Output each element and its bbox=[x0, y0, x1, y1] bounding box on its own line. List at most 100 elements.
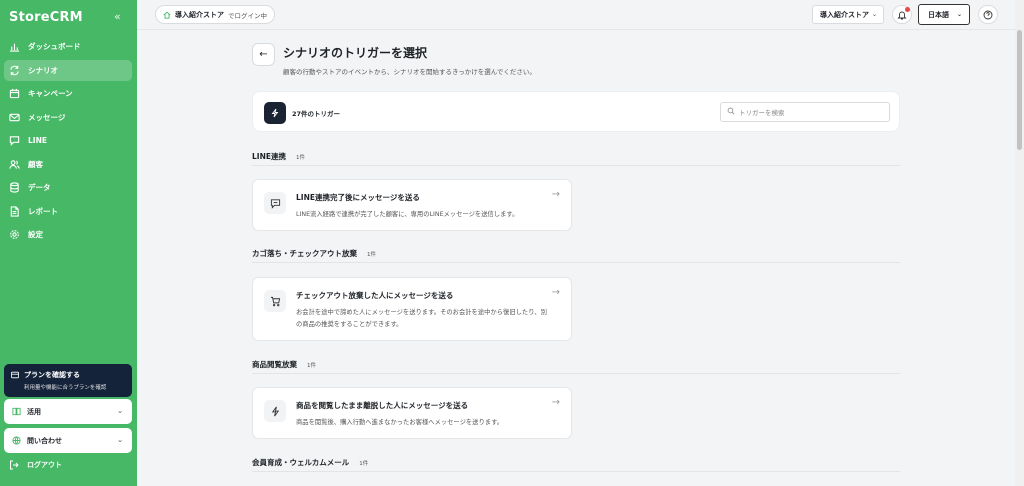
trigger-description: LINE流入経路で連携が完了した顧客に、専用のLINEメッセージを送信します。 bbox=[296, 211, 519, 218]
sidebar-item-message[interactable]: メッセージ bbox=[4, 107, 132, 128]
sidebar-item-label: 顧客 bbox=[28, 159, 43, 169]
trigger-card[interactable]: 商品を閲覧したまま離脱した人にメッセージを送る 商品を閲覧後、購入行動へ進まなか… bbox=[252, 387, 572, 439]
section-title: 商品閲覧放棄 bbox=[252, 360, 297, 369]
arrow-right-icon: → bbox=[551, 189, 560, 200]
scrollbar-thumb[interactable] bbox=[1017, 30, 1022, 150]
sidebar-item-label: メッセージ bbox=[28, 112, 66, 122]
document-icon bbox=[9, 205, 20, 217]
sidebar: StoreCRM « ダッシュボード シナリオ キャンペーン メッセージ LIN… bbox=[0, 0, 137, 486]
accordion-label: 活用 bbox=[27, 407, 41, 416]
sidebar-item-label: データ bbox=[28, 183, 51, 192]
logout-icon bbox=[9, 460, 19, 470]
sidebar-item-customers[interactable]: 顧客 bbox=[4, 154, 132, 175]
current-store-pill[interactable]: 導入紹介ストア でログイン中 bbox=[155, 5, 275, 24]
section-title: 会員育成・ウェルカムメール bbox=[252, 458, 350, 467]
sidebar-item-line[interactable]: LINE bbox=[4, 130, 132, 151]
logout-button[interactable]: ログアウト bbox=[9, 460, 62, 470]
trigger-count: 27件のトリガー bbox=[292, 110, 341, 118]
accordion-label: 問い合わせ bbox=[27, 436, 62, 445]
section-title: LINE連携 bbox=[252, 152, 286, 161]
section-count: 1件 bbox=[359, 461, 369, 467]
trigger-description: お会計を途中で諦めた人にメッセージを送ります。そのお会計を途中から復旧したり、別… bbox=[296, 309, 547, 328]
trigger-card[interactable]: LINE連携完了後にメッセージを送る LINE流入経路で連携が完了した顧客に、専… bbox=[252, 179, 572, 231]
chat-bubble-icon bbox=[264, 192, 286, 214]
store-select[interactable]: 導入紹介ストア ⌄ bbox=[812, 5, 884, 24]
notification-dot bbox=[905, 7, 910, 12]
sidebar-item-label: レポート bbox=[28, 206, 58, 216]
store-name: 導入紹介ストア bbox=[175, 10, 224, 19]
section-header: 会員育成・ウェルカムメール 1件 bbox=[252, 457, 900, 472]
home-icon bbox=[163, 11, 171, 19]
cart-icon bbox=[264, 290, 286, 312]
card-icon bbox=[11, 371, 19, 379]
calendar-icon bbox=[9, 88, 20, 99]
gear-icon bbox=[9, 229, 20, 240]
accordion-contact[interactable]: 問い合わせ ⌄ bbox=[4, 428, 132, 453]
search-placeholder: トリガーを検索 bbox=[739, 109, 785, 117]
trigger-description: 商品を閲覧後、購入行動へ進まなかったお客様へメッセージを送ります。 bbox=[296, 419, 504, 426]
trigger-title: チェックアウト放棄した人にメッセージを送る bbox=[296, 291, 454, 300]
chevron-down-icon: ⌄ bbox=[117, 407, 123, 415]
sidebar-item-settings[interactable]: 設定 bbox=[4, 224, 132, 245]
chevron-down-icon: ⌄ bbox=[956, 11, 962, 18]
arrow-right-icon: → bbox=[551, 287, 560, 298]
language-select[interactable]: 日本語 ⌄ bbox=[918, 4, 970, 25]
section-count: 1件 bbox=[367, 252, 376, 258]
language-value: 日本語 bbox=[928, 10, 949, 19]
users-icon bbox=[9, 159, 20, 170]
trigger-search-input[interactable]: トリガーを検索 bbox=[720, 102, 890, 122]
sidebar-item-label: 設定 bbox=[28, 230, 43, 239]
refresh-icon bbox=[9, 65, 20, 76]
section-header: LINE連携 1件 bbox=[252, 151, 900, 166]
sidebar-item-label: LINE bbox=[28, 136, 47, 145]
chat-bubble-icon bbox=[9, 135, 20, 146]
sidebar-item-dashboard[interactable]: ダッシュボード bbox=[4, 36, 132, 57]
sidebar-item-label: シナリオ bbox=[28, 65, 58, 75]
page-title: シナリオのトリガーを選択 bbox=[283, 46, 428, 60]
login-status: でログイン中 bbox=[228, 11, 267, 20]
section-header: カゴ落ち・チェックアウト放棄 1件 bbox=[252, 248, 900, 263]
help-button[interactable] bbox=[978, 5, 998, 24]
sidebar-item-data[interactable]: データ bbox=[4, 177, 132, 198]
top-bar: 導入紹介ストア でログイン中 導入紹介ストア ⌄ 日本語 ⌄ bbox=[137, 0, 1015, 30]
help-icon bbox=[983, 5, 993, 24]
globe-icon bbox=[12, 436, 21, 445]
section-header: 商品閲覧放棄 1件 bbox=[252, 359, 900, 374]
page-scrollbar[interactable] bbox=[1015, 0, 1024, 486]
collapse-sidebar-icon[interactable]: « bbox=[114, 10, 121, 23]
plan-title: プランを確認する bbox=[24, 371, 80, 379]
accordion-usage[interactable]: 活用 ⌄ bbox=[4, 399, 132, 424]
chevron-down-icon: ⌄ bbox=[117, 436, 123, 444]
lightning-icon bbox=[264, 400, 286, 422]
search-icon bbox=[727, 107, 739, 117]
trigger-title: LINE連携完了後にメッセージを送る bbox=[296, 193, 420, 202]
section-count: 1件 bbox=[295, 155, 305, 161]
trigger-card[interactable]: チェックアウト放棄した人にメッセージを送る お会計を途中で諦めた人にメッセージを… bbox=[252, 277, 572, 341]
trigger-title: 商品を閲覧したまま離脱した人にメッセージを送る bbox=[296, 401, 469, 410]
logout-label: ログアウト bbox=[27, 461, 62, 469]
sidebar-item-report[interactable]: レポート bbox=[4, 201, 132, 222]
sidebar-item-campaign[interactable]: キャンペーン bbox=[4, 83, 132, 104]
sidebar-item-label: ダッシュボード bbox=[28, 42, 81, 51]
brand-logo[interactable]: StoreCRM bbox=[9, 10, 83, 25]
plan-banner[interactable]: プランを確認する 利用量や機能に合うプランを確認 bbox=[4, 364, 132, 397]
lightning-icon bbox=[264, 102, 286, 124]
page-description: 顧客の行動やストアのイベントから、シナリオを開始するきっかけを選んでください。 bbox=[283, 68, 536, 76]
sidebar-item-label: キャンペーン bbox=[28, 89, 73, 98]
sidebar-nav: ダッシュボード シナリオ キャンペーン メッセージ LINE 顧客 データ レポ… bbox=[4, 36, 132, 248]
sidebar-item-scenario[interactable]: シナリオ bbox=[4, 59, 132, 81]
bar-chart-icon bbox=[9, 41, 20, 52]
section-title: カゴ落ち・チェックアウト放棄 bbox=[252, 249, 357, 258]
trigger-count-card: 27件のトリガー トリガーを検索 bbox=[252, 91, 900, 132]
arrow-right-icon: → bbox=[551, 397, 560, 408]
section-count: 1件 bbox=[307, 363, 316, 369]
store-select-value: 導入紹介ストア bbox=[820, 10, 869, 19]
chevron-down-icon: ⌄ bbox=[871, 11, 877, 18]
arrow-left-icon: ← bbox=[259, 49, 268, 60]
back-button[interactable]: ← bbox=[252, 43, 275, 66]
mail-icon bbox=[9, 112, 20, 123]
book-icon bbox=[12, 407, 21, 416]
plan-subtitle: 利用量や機能に合うプランを確認 bbox=[24, 385, 107, 391]
database-icon bbox=[9, 182, 20, 193]
notification-button[interactable] bbox=[892, 5, 912, 24]
